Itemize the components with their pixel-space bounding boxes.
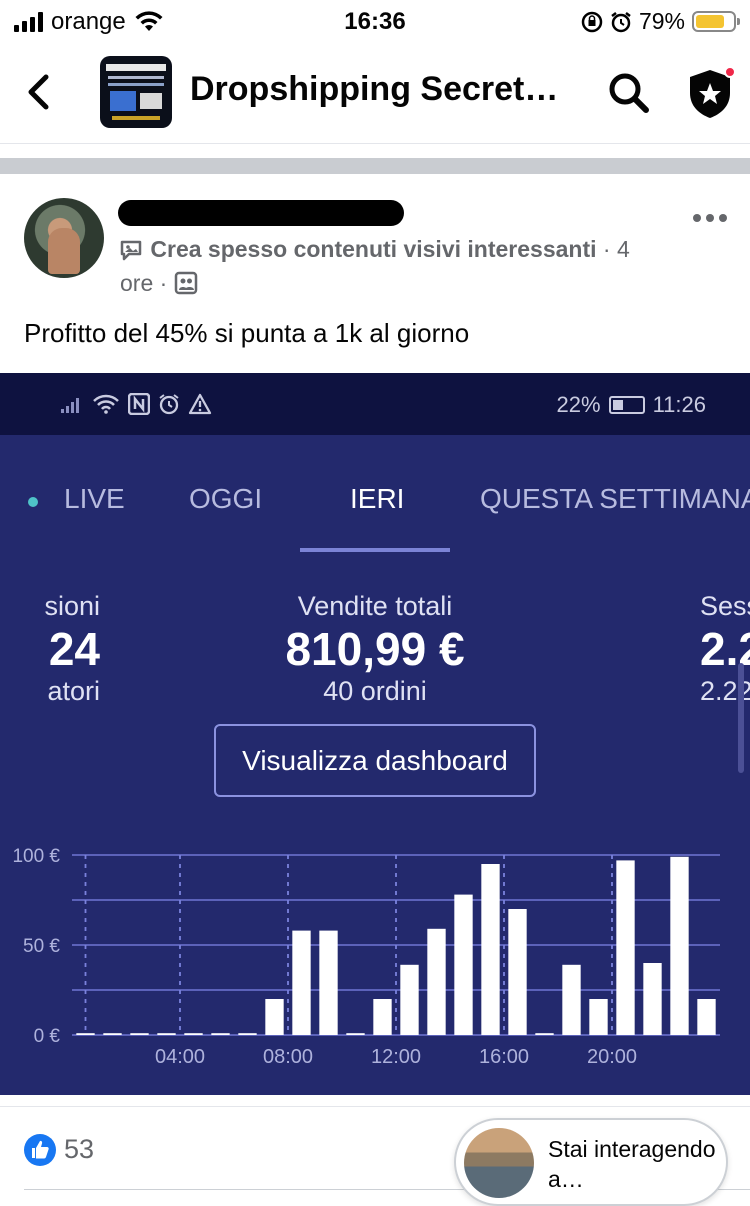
embedded-status-bar: 22% 11:26	[0, 373, 750, 435]
y-tick-label: 0 €	[34, 1026, 61, 1047]
warning-icon	[188, 393, 212, 415]
embedded-scrollbar	[738, 663, 744, 773]
post-meta: Crea spesso contenuti visivi interessant…	[120, 232, 680, 300]
bar-03	[157, 1033, 176, 1035]
bar-21	[643, 963, 662, 1035]
embedded-status-right: 22% 11:26	[557, 392, 706, 418]
bar-06	[238, 1033, 257, 1035]
battery-icon	[692, 11, 740, 32]
notification-dot	[724, 66, 736, 78]
embedded-status-icons	[60, 393, 212, 415]
metric-left-sub: atori	[47, 676, 100, 706]
bar-20	[616, 860, 635, 1035]
bar-17	[535, 1033, 554, 1035]
bar-23	[697, 999, 716, 1035]
alarm-icon	[159, 394, 179, 415]
bar-13	[427, 928, 446, 1035]
status-bar: orange 16:36 79%	[0, 0, 750, 42]
orders-count: 40 ordini	[323, 676, 427, 706]
bar-16	[508, 909, 527, 1035]
alarm-icon	[611, 11, 631, 32]
tab-oggi[interactable]: OGGI	[189, 483, 262, 515]
view-dashboard-button[interactable]: Visualizza dashboard	[214, 724, 536, 797]
y-tick-label: 100 €	[12, 846, 60, 867]
footer-divider	[0, 1106, 750, 1107]
tab-questa-settimana[interactable]: QUESTA SETTIMANA	[480, 483, 750, 515]
bar-19	[589, 999, 608, 1035]
bar-11	[373, 999, 392, 1035]
bar-12	[400, 964, 419, 1035]
bar-10	[346, 1033, 365, 1035]
embedded-battery-icon	[608, 396, 645, 414]
bar-05	[211, 1033, 230, 1035]
total-sales-value: 810,99 €	[285, 623, 465, 675]
hourly-sales-chart: 100 € 50 € 0 € 04:00 08:00 12:00 16:00 20:00	[12, 846, 720, 1068]
tab-ieri[interactable]: IERI	[350, 483, 404, 515]
bar-15	[481, 864, 500, 1035]
meta-separator: ·	[153, 270, 174, 296]
x-tick-label: 08:00	[263, 1046, 313, 1068]
signal-icon	[61, 398, 79, 413]
x-tick-label: 20:00	[587, 1046, 637, 1068]
search-icon[interactable]	[606, 70, 652, 116]
group-header: Dropshipping Secret…	[0, 42, 750, 144]
embedded-clock: 11:26	[652, 392, 706, 417]
badge-label[interactable]: Crea spesso contenuti visivi interessant…	[150, 236, 596, 262]
status-right: 79%	[581, 8, 740, 35]
battery-percent: 79%	[638, 8, 685, 34]
bar-07	[265, 999, 284, 1035]
x-tick-label: 16:00	[479, 1046, 529, 1068]
interacting-as-pill[interactable]: Stai interagendo a…	[454, 1118, 728, 1206]
author-avatar[interactable]	[24, 198, 104, 278]
more-options-icon[interactable]	[690, 204, 730, 232]
bar-09	[319, 930, 338, 1035]
rotation-lock-icon	[581, 11, 603, 32]
post-body-text: Profitto del 45% si punta a 1k al giorno	[24, 318, 470, 348]
bar-14	[454, 894, 473, 1035]
nfc-icon	[128, 393, 150, 415]
post-time-b: ore	[120, 270, 154, 296]
period-tabs: LIVE OGGI IERI QUESTA SETTIMANA	[0, 483, 750, 523]
bar-22	[670, 856, 689, 1035]
embedded-battery-percent: 22%	[556, 392, 601, 417]
back-chevron-icon[interactable]	[22, 72, 58, 112]
metric-left-value: 24	[48, 623, 100, 675]
metric-left-label: sioni	[44, 591, 100, 621]
visual-storyteller-badge-icon	[120, 240, 142, 261]
admin-tools-button[interactable]	[684, 66, 736, 120]
redacted-author-name[interactable]	[118, 200, 404, 226]
like-reaction-icon[interactable]	[24, 1134, 56, 1166]
sessions-label: Sess	[700, 591, 750, 621]
bar-02	[130, 1033, 149, 1035]
group-audience-icon	[174, 271, 197, 295]
post-time-a: · 4	[596, 236, 630, 262]
metric-total-sales: Vendite totali 810,99 € 40 ordini	[225, 591, 525, 707]
x-tick-label: 12:00	[371, 1046, 421, 1068]
active-tab-indicator	[300, 548, 450, 552]
bar-08	[292, 930, 311, 1035]
bar-00	[76, 1033, 95, 1035]
group-title[interactable]: Dropshipping Secret…	[190, 70, 560, 109]
bar-01	[103, 1033, 122, 1035]
bar-18	[562, 964, 581, 1035]
post-image[interactable]: 22% 11:26 LIVE OGGI IERI QUESTA SETTIMAN…	[0, 373, 750, 1095]
section-divider	[0, 158, 750, 174]
x-tick-label: 04:00	[155, 1046, 205, 1068]
metric-left: sioni 24 atori	[0, 591, 100, 707]
like-count[interactable]: 53	[64, 1134, 94, 1165]
interacting-as-text: Stai interagendo a…	[548, 1136, 716, 1192]
total-sales-label: Vendite totali	[297, 591, 453, 621]
wifi-icon	[93, 394, 119, 414]
group-thumbnail[interactable]	[100, 56, 172, 128]
bar-04	[184, 1033, 203, 1035]
y-tick-label: 50 €	[23, 936, 60, 957]
interacting-profile-photo	[464, 1128, 534, 1198]
tab-live[interactable]: LIVE	[64, 483, 125, 515]
